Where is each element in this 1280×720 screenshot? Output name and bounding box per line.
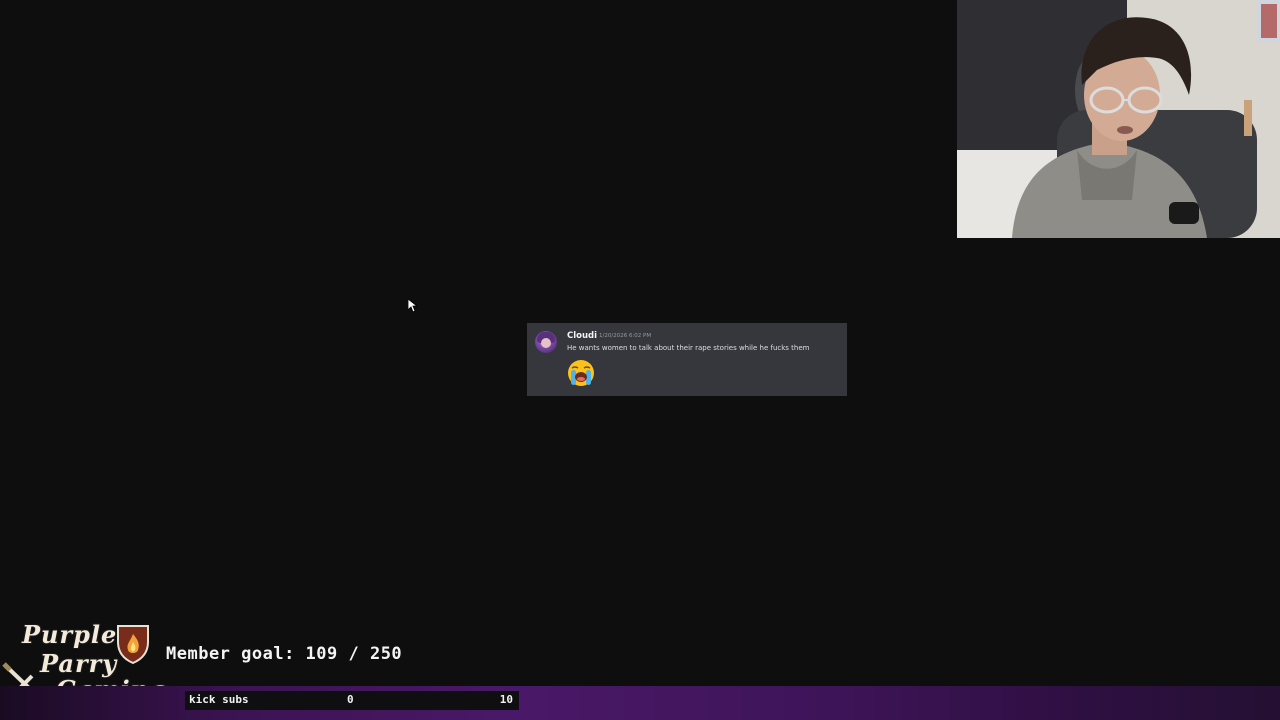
webcam-feed — [957, 0, 1280, 238]
logo-text-line2: Parry — [40, 649, 118, 678]
webcam-image — [957, 0, 1280, 238]
message-author: Cloudi — [567, 331, 598, 341]
avatar — [535, 331, 557, 353]
logo-text-line1: Purple — [22, 620, 118, 649]
mouse-cursor-icon — [408, 299, 418, 313]
sub-goal-current: 0 — [347, 693, 354, 706]
message-timestamp: 1/20/2026 6:02 PM — [599, 333, 652, 339]
message-text: He wants women to talk about their rape … — [567, 344, 810, 352]
sub-goal-target: 10 — [499, 693, 513, 706]
loudly-crying-face-icon — [568, 360, 594, 386]
sub-goal-panel: kick subs 0 10 — [185, 691, 519, 710]
shield-flame-icon — [117, 625, 149, 664]
discord-message-card: Cloudi 1/20/2026 6:02 PM He wants women … — [527, 323, 847, 396]
sub-goal-label: kick subs — [189, 693, 249, 706]
member-goal-text: Member goal: 109 / 250 — [166, 644, 403, 664]
